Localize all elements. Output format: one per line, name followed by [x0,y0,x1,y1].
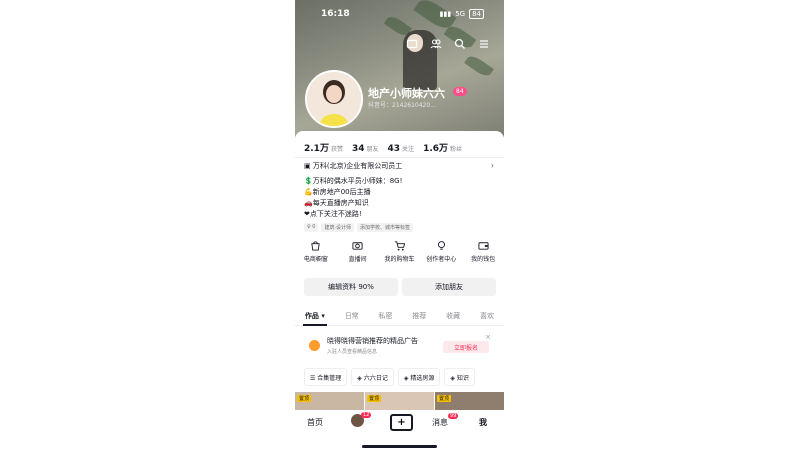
gender-tag: ♀ 0 [304,223,319,232]
service-cart[interactable]: 我的购物车 [380,240,418,263]
company-info[interactable]: ▣ 万科(北京)企业有限公司员工 [304,161,402,171]
douyin-id[interactable]: 抖音号：2142610420... [368,100,436,109]
create-plus-button[interactable]: + [390,414,413,431]
nav-me[interactable]: 我 [479,417,487,428]
status-bar: 16:18 ▮▮▮ 5G 84 [295,9,504,23]
edit-profile-button[interactable]: 编辑资料 90% [304,278,398,296]
video-thumbnail[interactable]: 置顶 [435,392,504,410]
promo-title: 晓得晓得营销推荐的精品广告 [327,337,418,345]
tab-daily[interactable]: 日常 [345,308,359,325]
phone-screen: 16:18 ▮▮▮ 5G 84 地产小师妹六六 84 抖音号：214261042… [295,0,504,453]
promo-icon [309,340,320,351]
bio-line: 💪新房地产00后主播 [304,188,371,196]
stat-friends[interactable]: 34 朋友 [352,144,379,154]
occupation-tag: 建筑·设计师 [321,223,355,232]
tab-likes[interactable]: 喜欢 [480,308,494,325]
lightbulb-icon [437,241,445,250]
nav-messages[interactable]: 消息 [432,417,448,428]
video-thumbnail[interactable]: 置顶 [295,392,364,410]
chip-knowledge[interactable]: ◈ 知识 [444,368,475,386]
search-icon[interactable] [454,38,466,50]
bio-line: ❤点下关注不迷路! [304,210,362,218]
messages-badge: 99 [448,413,459,419]
age-badge: 84 [453,87,467,96]
money-icon: 💲 [304,177,313,185]
wallet-icon [478,242,489,250]
add-tags-link[interactable]: 添加学校、城市等标签 [357,223,414,232]
visit-history-icon[interactable] [406,38,418,50]
close-icon[interactable]: × [485,333,491,341]
battery-icon: 84 [469,9,484,19]
chevron-right-icon[interactable]: › [491,161,494,170]
content-tabs: 作品 ▾ 日常 私密 推荐 收藏 喜欢 [295,308,504,326]
bio-line: 💲万科的偶水平员小师妹：8G! [304,177,403,185]
profile-name: 地产小师妹六六 [368,87,445,100]
cart-icon [394,241,405,251]
signal-icon: ▮▮▮ [439,10,452,18]
shopping-bag-icon [311,241,321,251]
stat-followers[interactable]: 1.6万 粉丝 [423,141,462,154]
home-indicator [362,445,437,448]
stat-likes[interactable]: 2.1万 获赞 [304,141,343,154]
camera-icon [352,242,363,250]
bio: 💲万科的偶水平员小师妹：8G! 💪新房地产00后主播 🚗每天直播房产知识 ❤点下… [304,176,402,220]
promo-join-button[interactable]: 立即报名 [443,341,489,353]
friends-badge: 12 [361,412,372,418]
muscle-icon: 💪 [304,188,313,196]
avatar[interactable] [305,70,363,128]
nav-home[interactable]: 首页 [307,417,323,428]
tab-works[interactable]: 作品 ▾ [302,308,327,326]
video-grid: 置顶 置顶 置顶 [295,392,504,410]
chip-listings[interactable]: ◈ 精选房源 [397,368,441,386]
service-live[interactable]: 直播间 [339,240,377,263]
tab-recommend[interactable]: 推荐 [412,308,426,325]
collection-chips: ☰ 合集管理 ◈ 六六日记 ◈ 精选房源 ◈ 知识 [304,368,475,386]
services-row: 电商橱窗 直播间 我的购物车 创作者中心 我的钱包 [295,240,504,263]
bio-line: 🚗每天直播房产知识 [304,199,369,207]
video-thumbnail[interactable]: 置顶 [365,392,434,410]
promo-subtitle: 入驻人员查看精品信息 [327,349,378,355]
divider [295,157,504,158]
stats-row: 2.1万 获赞 34 朋友 43 关注 1.6万 粉丝 [304,141,462,154]
status-time: 16:18 [321,9,350,19]
network-label: 5G [455,10,466,18]
friends-icon[interactable] [430,38,442,50]
chip-collection-manage[interactable]: ☰ 合集管理 [304,368,348,386]
service-wallet[interactable]: 我的钱包 [464,240,502,263]
chip-diary[interactable]: ◈ 六六日记 [351,368,394,386]
stat-following[interactable]: 43 关注 [388,144,415,154]
service-creator[interactable]: 创作者中心 [422,240,460,263]
car-icon: 🚗 [304,199,313,207]
promo-banner: 晓得晓得营销推荐的精品广告 入驻人员查看精品信息 立即报名 × [304,333,495,359]
company-icon: ▣ [304,162,313,170]
tags-row: ♀ 0 建筑·设计师 添加学校、城市等标签 [304,223,414,232]
tab-favorites[interactable]: 收藏 [446,308,460,325]
menu-icon[interactable] [478,38,490,50]
add-friend-button[interactable]: 添加朋友 [402,278,496,296]
service-shop[interactable]: 电商橱窗 [297,240,335,263]
tab-private[interactable]: 私密 [379,308,393,325]
